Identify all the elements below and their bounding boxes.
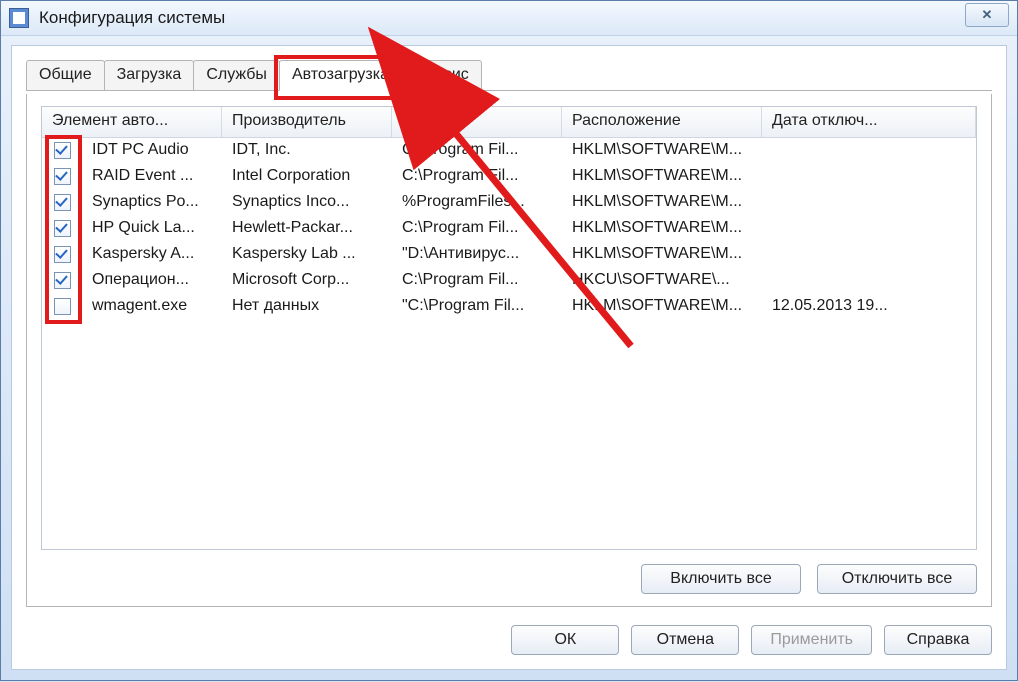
command-cell: C:\Program Fil... [392,271,562,289]
table-row[interactable]: RAID Event ...Intel CorporationC:\Progra… [42,163,976,189]
startup-item-checkbox[interactable] [54,246,71,263]
command-cell: C:\Program Fil... [392,141,562,159]
startup-listview[interactable]: Элемент авто... Производитель Команда Ра… [41,106,977,550]
startup-item-checkbox[interactable] [54,168,71,185]
tab-startup[interactable]: Автозагрузка [279,60,402,91]
checkbox-cell [42,246,82,263]
location-cell: HKLM\SOFTWARE\M... [562,219,762,237]
enable-all-button[interactable]: Включить все [641,564,801,594]
cancel-button[interactable]: Отмена [631,625,739,655]
manufacturer-cell: Hewlett-Packar... [222,219,392,237]
column-header-item[interactable]: Элемент авто... [42,107,222,137]
command-cell: C:\Program Fil... [392,219,562,237]
location-cell: HKLM\SOFTWARE\M... [562,167,762,185]
titlebar[interactable]: Конфигурация системы ✕ [1,1,1017,36]
manufacturer-cell: Kaspersky Lab ... [222,245,392,263]
startup-item-checkbox[interactable] [54,298,71,315]
tab-general[interactable]: Общие [26,60,105,90]
item-cell: RAID Event ... [82,167,222,185]
command-cell: "C:\Program Fil... [392,297,562,315]
command-cell: "D:\Антивирус... [392,245,562,263]
window-title: Конфигурация системы [39,8,225,28]
table-row[interactable]: Synaptics Po...Synaptics Inco...%Program… [42,189,976,215]
dialog-button-row: ОК Отмена Применить Справка [511,625,992,655]
startup-tab-panel: Элемент авто... Производитель Команда Ра… [26,94,992,607]
table-row[interactable]: HP Quick La...Hewlett-Packar...C:\Progra… [42,215,976,241]
close-button[interactable]: ✕ [965,3,1009,27]
tab-services[interactable]: Службы [193,60,280,90]
tab-strip: ОбщиеЗагрузкаСлужбыАвтозагрузкаСервис [26,60,992,91]
checkbox-cell [42,194,82,211]
manufacturer-cell: Synaptics Inco... [222,193,392,211]
startup-item-checkbox[interactable] [54,142,71,159]
item-cell: Kaspersky A... [82,245,222,263]
msconfig-window: Конфигурация системы ✕ ОбщиеЗагрузкаСлуж… [0,0,1018,681]
table-row[interactable]: Операцион...Microsoft Corp...C:\Program … [42,267,976,293]
startup-item-checkbox[interactable] [54,272,71,289]
panel-button-row: Включить все Отключить все [641,564,977,594]
column-header-command[interactable]: Команда [392,107,562,137]
manufacturer-cell: Microsoft Corp... [222,271,392,289]
manufacturer-cell: IDT, Inc. [222,141,392,159]
manufacturer-cell: Intel Corporation [222,167,392,185]
location-cell: HKLM\SOFTWARE\M... [562,297,762,315]
ok-button[interactable]: ОК [511,625,619,655]
listview-header: Элемент авто... Производитель Команда Ра… [42,107,976,138]
column-header-manufacturer[interactable]: Производитель [222,107,392,137]
location-cell: HKCU\SOFTWARE\... [562,271,762,289]
app-icon [9,8,29,28]
item-cell: Synaptics Po... [82,193,222,211]
item-cell: HP Quick La... [82,219,222,237]
location-cell: HKLM\SOFTWARE\M... [562,141,762,159]
date-cell: 12.05.2013 19... [762,297,976,315]
item-cell: wmagent.exe [82,297,222,315]
table-row[interactable]: IDT PC AudioIDT, Inc.C:\Program Fil...HK… [42,137,976,163]
checkbox-cell [42,168,82,185]
item-cell: Операцион... [82,271,222,289]
startup-item-checkbox[interactable] [54,220,71,237]
checkbox-cell [42,220,82,237]
location-cell: HKLM\SOFTWARE\M... [562,245,762,263]
checkbox-cell [42,298,82,315]
listview-body: IDT PC AudioIDT, Inc.C:\Program Fil...HK… [42,137,976,549]
close-icon: ✕ [982,7,993,23]
manufacturer-cell: Нет данных [222,297,392,315]
column-header-location[interactable]: Расположение [562,107,762,137]
command-cell: C:\Program Fil... [392,167,562,185]
command-cell: %ProgramFiles... [392,193,562,211]
table-row[interactable]: wmagent.exeНет данных"C:\Program Fil...H… [42,293,976,319]
help-button[interactable]: Справка [884,625,992,655]
column-header-date[interactable]: Дата отключ... [762,107,976,137]
startup-item-checkbox[interactable] [54,194,71,211]
tab-boot[interactable]: Загрузка [104,60,195,90]
checkbox-cell [42,142,82,159]
disable-all-button[interactable]: Отключить все [817,564,977,594]
apply-button[interactable]: Применить [751,625,872,655]
table-row[interactable]: Kaspersky A...Kaspersky Lab ..."D:\Антив… [42,241,976,267]
checkbox-cell [42,272,82,289]
tab-tools[interactable]: Сервис [401,60,482,90]
item-cell: IDT PC Audio [82,141,222,159]
dialog-client: ОбщиеЗагрузкаСлужбыАвтозагрузкаСервис Эл… [11,45,1007,670]
location-cell: HKLM\SOFTWARE\M... [562,193,762,211]
